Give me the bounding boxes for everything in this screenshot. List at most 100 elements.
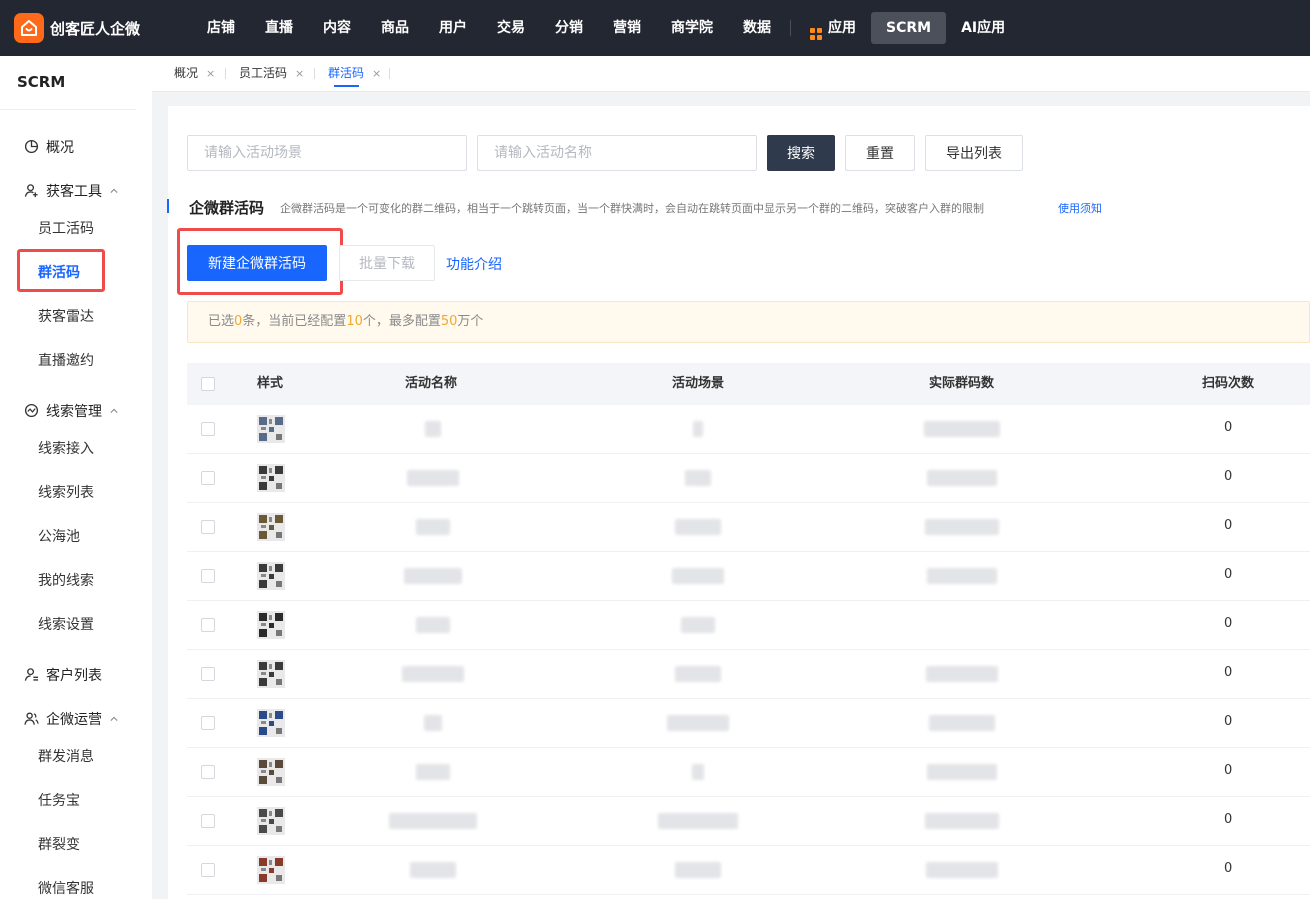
nav-scrm[interactable]: SCRM bbox=[871, 12, 947, 44]
notice-mid2: 个，最多配置 bbox=[362, 314, 441, 329]
search-button[interactable]: 搜索 bbox=[767, 135, 835, 171]
sidebar-group-acquire-label: 获客工具 bbox=[46, 184, 102, 200]
tab-employee-code[interactable]: 员工活码 × bbox=[239, 56, 304, 90]
sidebar-item-radar[interactable]: 获客雷达 bbox=[38, 305, 94, 329]
nav-academy[interactable]: 商学院 bbox=[656, 12, 728, 44]
activity-name-input[interactable] bbox=[477, 135, 757, 171]
scan-count: 0 bbox=[1224, 763, 1233, 778]
qr-code-thumbnail[interactable] bbox=[257, 611, 285, 639]
tab-overview-label: 概况 bbox=[174, 66, 199, 80]
nav-data[interactable]: 数据 bbox=[728, 12, 786, 44]
close-icon[interactable]: × bbox=[295, 67, 304, 80]
batch-download-button[interactable]: 批量下载 bbox=[339, 245, 435, 281]
nav-apps-label: 应用 bbox=[828, 20, 856, 36]
row-checkbox[interactable] bbox=[201, 716, 215, 730]
section-description: 企微群活码是一个可变化的群二维码，相当于一个跳转页面，当一个群快满时，会自动在跳… bbox=[280, 202, 984, 215]
sidebar-item-task-treasure[interactable]: 任务宝 bbox=[38, 789, 80, 813]
row-checkbox[interactable] bbox=[201, 863, 215, 877]
close-icon[interactable]: × bbox=[206, 67, 215, 80]
redacted-group-code-count bbox=[926, 862, 998, 878]
sidebar-item-employee-code[interactable]: 员工活码 bbox=[38, 217, 94, 241]
redacted-group-code-count bbox=[927, 568, 997, 584]
sidebar-group-wecom-ops[interactable]: 企微运营 bbox=[0, 705, 152, 733]
sidebar-item-lead-list[interactable]: 线索列表 bbox=[38, 481, 94, 505]
chevron-up-icon bbox=[110, 408, 118, 413]
row-checkbox[interactable] bbox=[201, 520, 215, 534]
nav-marketing[interactable]: 营销 bbox=[598, 12, 656, 44]
sidebar-item-lead-access[interactable]: 线索接入 bbox=[38, 437, 94, 461]
redacted-activity-scene bbox=[675, 666, 721, 682]
scan-count: 0 bbox=[1224, 861, 1233, 876]
qr-code-thumbnail[interactable] bbox=[257, 856, 285, 884]
qr-code-thumbnail[interactable] bbox=[257, 660, 285, 688]
row-checkbox[interactable] bbox=[201, 569, 215, 583]
table-row: 0 bbox=[187, 797, 1310, 846]
tab-group-code[interactable]: 群活码 × bbox=[328, 56, 381, 90]
export-list-button[interactable]: 导出列表 bbox=[925, 135, 1023, 171]
table-row: 0 bbox=[187, 748, 1310, 797]
table-row: 0 bbox=[187, 699, 1310, 748]
qr-code-thumbnail[interactable] bbox=[257, 513, 285, 541]
nav-distribution[interactable]: 分销 bbox=[540, 12, 598, 44]
sidebar-item-public-pool[interactable]: 公海池 bbox=[38, 525, 80, 549]
tab-employee-code-label: 员工活码 bbox=[239, 66, 288, 80]
table-row: 0 bbox=[187, 454, 1310, 503]
redacted-activity-scene bbox=[658, 813, 738, 829]
col-activity-scene: 活动场景 bbox=[672, 376, 725, 391]
usage-notes-link[interactable]: 使用须知 bbox=[1058, 200, 1102, 216]
sidebar-item-group-fission[interactable]: 群裂变 bbox=[38, 833, 80, 857]
nav-users[interactable]: 用户 bbox=[424, 12, 482, 44]
nav-trade[interactable]: 交易 bbox=[482, 12, 540, 44]
qr-code-thumbnail[interactable] bbox=[257, 709, 285, 737]
qr-code-thumbnail[interactable] bbox=[257, 807, 285, 835]
redacted-group-code-count bbox=[929, 715, 995, 731]
reset-button[interactable]: 重置 bbox=[845, 135, 915, 171]
row-checkbox[interactable] bbox=[201, 471, 215, 485]
redacted-activity-scene bbox=[675, 519, 721, 535]
nav-apps[interactable]: 应用 bbox=[795, 12, 871, 44]
sidebar-item-overview[interactable]: 概况 bbox=[0, 133, 152, 161]
sidebar-item-lead-settings[interactable]: 线索设置 bbox=[38, 613, 94, 637]
redacted-activity-scene bbox=[667, 715, 729, 731]
sidebar-item-wechat-service[interactable]: 微信客服 bbox=[38, 877, 94, 899]
col-activity-name: 活动名称 bbox=[405, 376, 458, 391]
nav-live[interactable]: 直播 bbox=[250, 12, 308, 44]
nav-products[interactable]: 商品 bbox=[366, 12, 424, 44]
sidebar-group-acquire[interactable]: 获客工具 bbox=[0, 177, 152, 205]
sidebar-group-leads[interactable]: 线索管理 bbox=[0, 397, 152, 425]
pie-chart-icon bbox=[24, 139, 40, 155]
feature-intro-link[interactable]: 功能介绍 bbox=[446, 254, 502, 274]
redacted-activity-name bbox=[402, 666, 464, 682]
qr-code-thumbnail[interactable] bbox=[257, 562, 285, 590]
row-checkbox[interactable] bbox=[201, 422, 215, 436]
sidebar-item-mass-message[interactable]: 群发消息 bbox=[38, 745, 94, 769]
nav-ai-apps[interactable]: AI应用 bbox=[946, 12, 1020, 44]
redacted-group-code-count bbox=[925, 519, 999, 535]
close-icon[interactable]: × bbox=[372, 67, 381, 80]
sidebar-item-my-leads[interactable]: 我的线索 bbox=[38, 569, 94, 593]
table-row: 0 bbox=[187, 405, 1310, 454]
tab-overview[interactable]: 概况 × bbox=[174, 56, 215, 90]
row-checkbox[interactable] bbox=[201, 765, 215, 779]
table-row: 0 bbox=[187, 846, 1310, 895]
users-icon bbox=[24, 711, 40, 727]
sidebar-item-customer-list[interactable]: 客户列表 bbox=[0, 661, 152, 689]
house-logo-icon bbox=[14, 13, 44, 43]
nav-content[interactable]: 内容 bbox=[308, 12, 366, 44]
brand[interactable]: 创客匠人企微 bbox=[0, 13, 185, 43]
notice-configured-count: 10 bbox=[346, 314, 363, 329]
sidebar-item-live-invite[interactable]: 直播邀约 bbox=[38, 349, 94, 373]
row-checkbox[interactable] bbox=[201, 814, 215, 828]
row-checkbox[interactable] bbox=[201, 618, 215, 632]
qr-code-thumbnail[interactable] bbox=[257, 758, 285, 786]
qr-code-thumbnail[interactable] bbox=[257, 415, 285, 443]
nav-shop[interactable]: 店铺 bbox=[192, 12, 250, 44]
redacted-activity-scene bbox=[672, 568, 724, 584]
qr-code-thumbnail[interactable] bbox=[257, 464, 285, 492]
table-row: 0 bbox=[187, 601, 1310, 650]
tab-strip: 概况 × 员工活码 × 群活码 × bbox=[152, 56, 1310, 92]
create-button-highlight-annotation bbox=[177, 228, 343, 295]
row-checkbox[interactable] bbox=[201, 667, 215, 681]
activity-scene-input[interactable] bbox=[187, 135, 467, 171]
select-all-checkbox[interactable] bbox=[201, 377, 215, 391]
